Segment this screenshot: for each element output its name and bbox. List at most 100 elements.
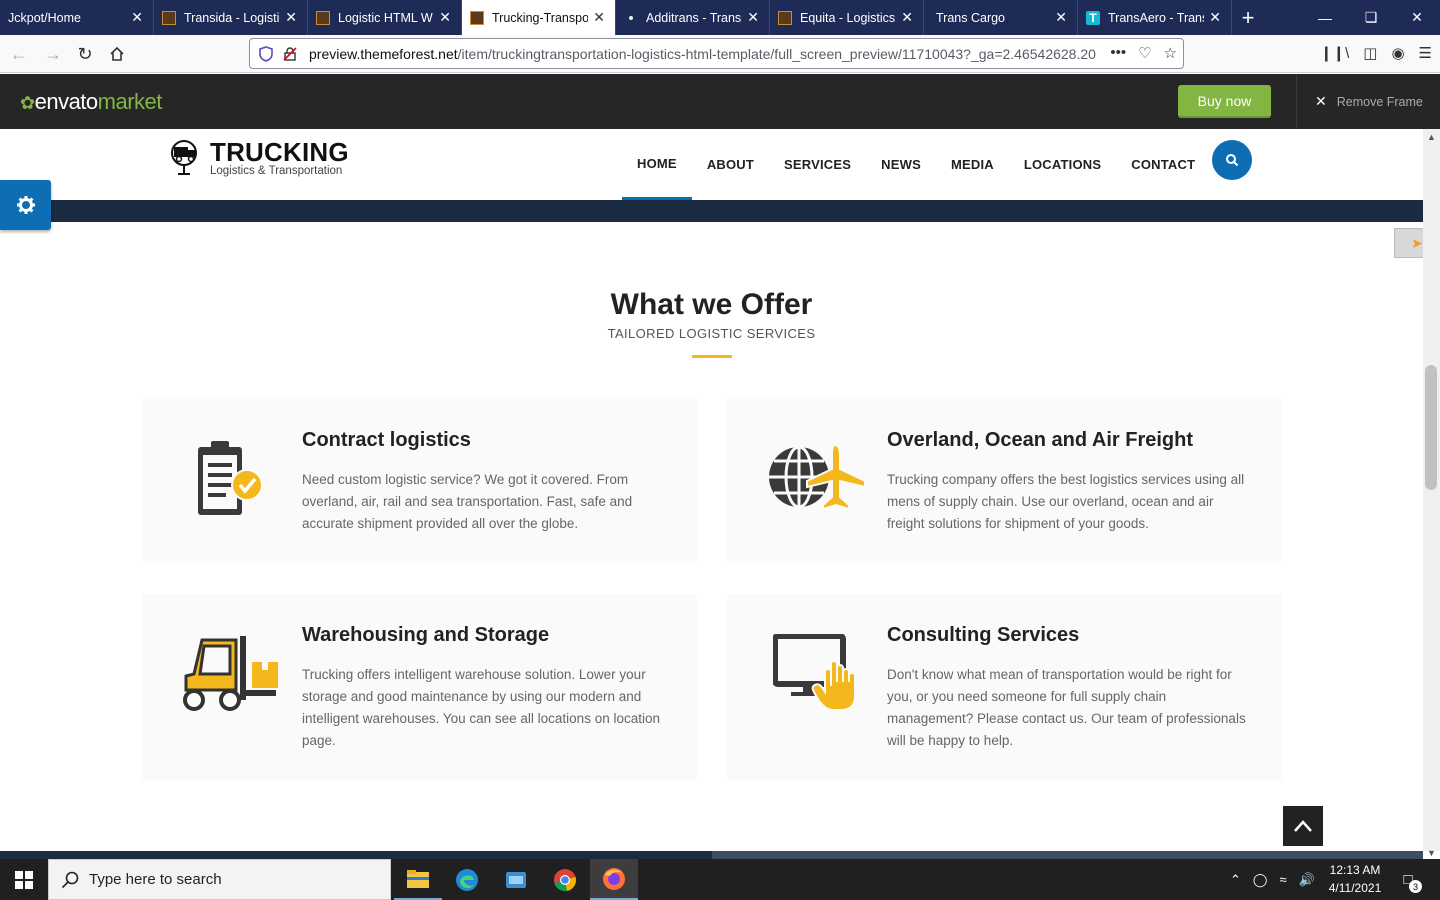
tab-title: Equita - Logistics xyxy=(800,10,896,25)
service-card-contract-logistics[interactable]: Contract logistics Need custom logistic … xyxy=(142,399,697,563)
close-tab-icon[interactable]: ✕ xyxy=(1055,9,1067,26)
tracking-shield-icon[interactable] xyxy=(259,45,273,62)
url-text: preview.themeforest.net/item/truckingtra… xyxy=(309,45,1096,62)
address-bar[interactable]: preview.themeforest.net/item/truckingtra… xyxy=(249,38,1184,69)
envato-logo[interactable]: ✿envatomarket xyxy=(20,89,162,115)
tray-overflow-icon[interactable]: ⌃ xyxy=(1230,872,1241,888)
window-controls: — ❏ ✕ xyxy=(1302,0,1440,35)
scroll-up-icon[interactable]: ▲ xyxy=(1423,130,1440,144)
close-tab-icon[interactable]: ✕ xyxy=(1209,9,1221,26)
chevron-up-icon xyxy=(1294,820,1312,832)
service-card-consulting[interactable]: Consulting Services Don't know what mean… xyxy=(727,594,1282,780)
monitor-hand-icon xyxy=(773,634,856,711)
logo-title: TRUCKING xyxy=(210,137,349,167)
tab-jckpot[interactable]: Jckpot/Home ✕ xyxy=(0,0,154,35)
clock-time: 12:13 AM xyxy=(1329,863,1381,877)
file-explorer-app[interactable] xyxy=(394,859,442,900)
edge-app[interactable] xyxy=(443,859,491,900)
menu-item-home[interactable]: HOME xyxy=(622,129,692,200)
clipboard-check-icon xyxy=(198,441,263,515)
section-subtitle: TAILORED LOGISTIC SERVICES xyxy=(607,326,816,341)
menu-item-services[interactable]: SERVICES xyxy=(769,129,866,200)
loading-dot-icon xyxy=(624,11,638,25)
card-text: Don't know what mean of transportation w… xyxy=(887,667,1246,748)
forward-icon[interactable]: → xyxy=(42,43,64,65)
tab-title: Additrans - Transp xyxy=(646,10,742,25)
taskbar-search-box[interactable]: Type here to search xyxy=(48,859,391,900)
tab-trucking[interactable]: Trucking-Transpo ✕ xyxy=(462,0,616,35)
tab-title: TransAero - Transp xyxy=(1108,10,1204,25)
tab-transcargo[interactable]: Trans Cargo ✕ xyxy=(924,0,1078,35)
tab-equita[interactable]: Equita - Logistics ✕ xyxy=(770,0,924,35)
home-icon[interactable] xyxy=(106,43,128,65)
remove-frame-button[interactable]: ✕ Remove Frame xyxy=(1296,74,1440,129)
bookmark-star-icon[interactable]: ☆ xyxy=(1164,44,1177,62)
clock-date: 4/11/2021 xyxy=(1328,881,1382,895)
volume-icon[interactable]: 🔊 xyxy=(1299,872,1315,888)
close-tab-icon[interactable]: ✕ xyxy=(747,9,759,26)
remove-frame-label: Remove Frame xyxy=(1336,94,1423,109)
menu-item-about[interactable]: ABOUT xyxy=(692,129,769,200)
transaero-favicon-icon: T xyxy=(1086,10,1100,25)
close-tab-icon[interactable]: ✕ xyxy=(901,9,913,26)
vertical-scrollbar[interactable] xyxy=(1423,129,1440,851)
search-icon xyxy=(61,871,79,888)
page-actions-icon[interactable]: ••• xyxy=(1110,44,1126,62)
menu-item-news[interactable]: NEWS xyxy=(866,129,936,200)
title-underline xyxy=(692,355,732,358)
tab-transaero[interactable]: T TransAero - Transp ✕ xyxy=(1078,0,1232,35)
globe-plane-icon xyxy=(769,443,866,511)
menu-item-locations[interactable]: LOCATIONS xyxy=(1009,129,1116,200)
back-icon[interactable]: ← xyxy=(8,43,30,65)
menu-item-media[interactable]: MEDIA xyxy=(936,129,1009,200)
tab-logistic[interactable]: Logistic HTML W ✕ xyxy=(308,0,462,35)
menu-icon[interactable]: ☰ xyxy=(1419,44,1432,62)
windows-logo-icon xyxy=(15,870,33,889)
sidebar-icon[interactable]: ◫ xyxy=(1363,44,1377,62)
network-icon[interactable]: ≈ xyxy=(1279,872,1286,887)
new-tab-icon[interactable]: + xyxy=(1232,0,1264,35)
restore-icon[interactable]: ❏ xyxy=(1348,0,1394,35)
close-tab-icon[interactable]: ✕ xyxy=(131,9,143,26)
meet-now-icon[interactable]: ◯ xyxy=(1253,872,1268,888)
reload-icon[interactable]: ↻ xyxy=(74,43,96,65)
chrome-icon xyxy=(554,868,576,891)
close-tab-icon[interactable]: ✕ xyxy=(285,9,297,26)
back-to-top-button[interactable] xyxy=(1283,806,1323,846)
tab-additrans[interactable]: Additrans - Transp ✕ xyxy=(616,0,770,35)
pocket-icon[interactable]: ♡ xyxy=(1138,44,1151,62)
account-icon[interactable]: ◉ xyxy=(1391,44,1404,62)
minimize-icon[interactable]: — xyxy=(1302,0,1348,35)
close-tab-icon[interactable]: ✕ xyxy=(593,9,605,26)
scrollbar-thumb[interactable] xyxy=(1425,365,1437,490)
section-title: What we Offer xyxy=(610,288,813,321)
leaf-icon: ✿ xyxy=(20,93,35,113)
site-logo[interactable]: TRUCKING Logistics & Transportation xyxy=(170,137,349,177)
logo-subtitle: Logistics & Transportation xyxy=(210,165,343,177)
tab-transida[interactable]: Transida - Logistic ✕ xyxy=(154,0,308,35)
start-button[interactable] xyxy=(0,859,48,900)
system-clock[interactable]: 12:13 AM 4/11/2021 xyxy=(1325,861,1385,897)
insecure-lock-icon[interactable] xyxy=(283,46,297,61)
footer-strip xyxy=(0,851,1423,859)
buy-now-button[interactable]: Buy now xyxy=(1178,85,1271,118)
browser-tab-bar: Jckpot/Home ✕ Transida - Logistic ✕ Logi… xyxy=(0,0,1440,35)
site-search-button[interactable] xyxy=(1212,140,1252,180)
service-card-freight[interactable]: Overland, Ocean and Air Freight Trucking… xyxy=(727,399,1282,563)
service-card-warehousing[interactable]: Warehousing and Storage Trucking offers … xyxy=(142,594,697,780)
close-icon: ✕ xyxy=(1315,93,1327,109)
card-title: Contract logistics xyxy=(302,429,471,451)
settings-panel-button[interactable] xyxy=(0,180,51,230)
firefox-app[interactable] xyxy=(590,859,638,900)
close-window-icon[interactable]: ✕ xyxy=(1394,0,1440,35)
notification-center-icon[interactable]: □ 3 xyxy=(1396,867,1422,893)
system-tray: ⌃ ◯ ≈ 🔊 xyxy=(1230,859,1315,900)
library-icon[interactable]: ❙❙\ xyxy=(1320,44,1349,62)
card-text: Trucking offers intelligent warehouse so… xyxy=(302,667,660,748)
card-text: Need custom logistic service? We got it … xyxy=(302,472,633,531)
chrome-app[interactable] xyxy=(541,859,589,900)
blue-app[interactable] xyxy=(492,859,540,900)
close-tab-icon[interactable]: ✕ xyxy=(439,9,451,26)
scroll-down-icon[interactable]: ▼ xyxy=(1423,846,1440,860)
menu-item-contact[interactable]: CONTACT xyxy=(1116,129,1210,200)
